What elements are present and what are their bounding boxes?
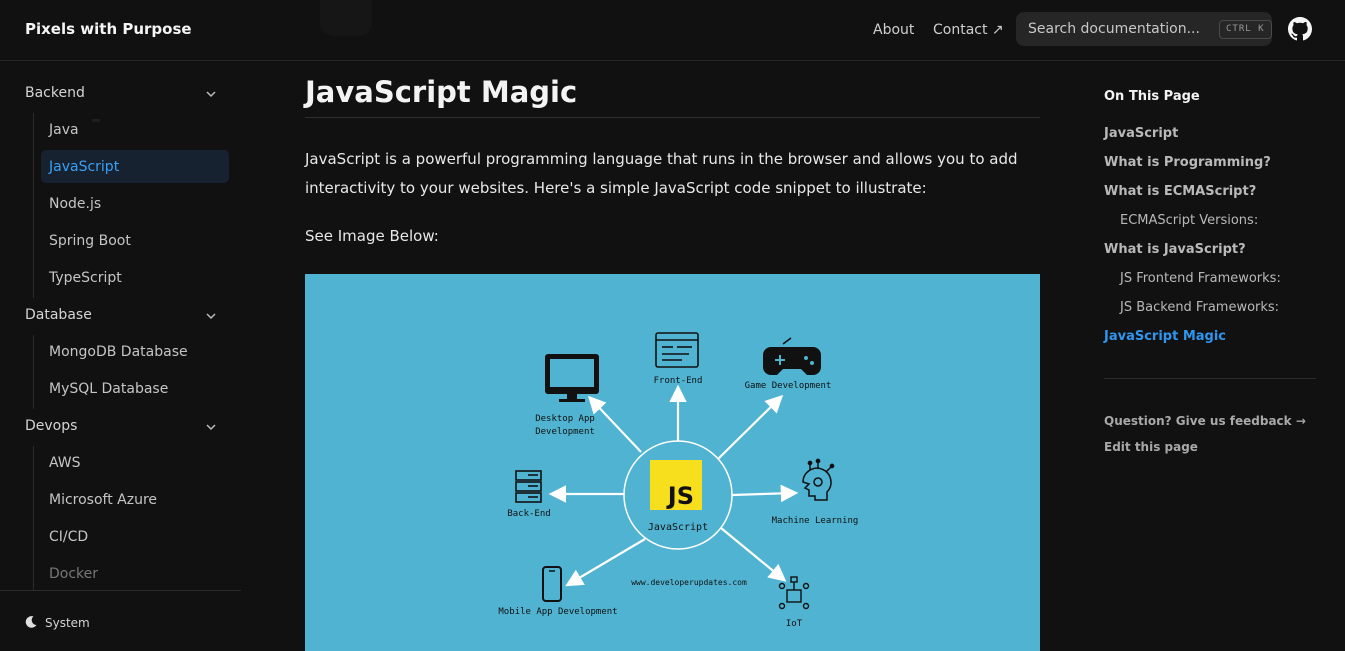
sidebar-group-database[interactable]: Database (25, 307, 92, 323)
sidebar-item-nodejs[interactable]: Node.js (49, 196, 101, 212)
faded-header-decoration (320, 0, 372, 36)
node-label-frontend: Front-End (654, 376, 703, 386)
toc-item[interactable]: JS Backend Frameworks: (1120, 300, 1279, 315)
site-brand[interactable]: Pixels with Purpose (25, 20, 192, 38)
sidebar-item-typescript[interactable]: TypeScript (49, 270, 122, 286)
toc-item[interactable]: ECMAScript Versions: (1120, 213, 1258, 228)
sidebar-item-java[interactable]: Java (49, 122, 79, 138)
node-label-desktop: Desktop App Development (535, 414, 595, 437)
sidebar-tree-line (33, 446, 34, 591)
sidebar-item-azure[interactable]: Microsoft Azure (49, 492, 157, 508)
toc-item[interactable]: What is ECMAScript? (1104, 184, 1256, 199)
center-label: JavaScript (648, 522, 708, 533)
search-shortcut-badge: CTRL K (1219, 20, 1272, 39)
toc-item[interactable]: JS Frontend Frameworks: (1120, 271, 1281, 286)
desktop-monitor-icon (545, 354, 599, 402)
page-title: JavaScript Magic (305, 75, 578, 109)
toc-item[interactable]: What is JavaScript? (1104, 242, 1246, 257)
sidebar-tree-line (33, 335, 34, 409)
chevron-down-icon[interactable] (205, 421, 217, 433)
javascript-uses-illustration: JS JavaScript Front-End Game Development (305, 274, 1040, 651)
chevron-down-icon[interactable] (205, 88, 217, 100)
toc-divider (1104, 378, 1316, 379)
nav-link-contact[interactable]: Contact ↗ (933, 22, 1004, 38)
nav-link-about[interactable]: About (873, 22, 914, 38)
sidebar-item-spring-boot[interactable]: Spring Boot (49, 233, 131, 249)
theme-toggle[interactable]: System (45, 616, 90, 630)
node-label-game: Game Development (745, 381, 832, 391)
sidebar: Backend Java JavaScript Node.js Spring B… (0, 61, 241, 651)
moon-icon[interactable] (24, 615, 38, 629)
node-label-backend: Back-End (507, 509, 550, 519)
node-label-iot: IoT (786, 619, 803, 629)
feedback-link[interactable]: Question? Give us feedback → (1104, 414, 1306, 428)
node-label-mobile: Mobile App Development (498, 607, 617, 617)
see-image-text: See Image Below: (305, 227, 439, 245)
chevron-down-icon[interactable] (205, 310, 217, 322)
title-divider (305, 117, 1040, 118)
server-icon (515, 470, 542, 503)
toc-item[interactable]: What is Programming? (1104, 155, 1271, 170)
iot-icon (778, 576, 810, 610)
mobile-phone-icon (542, 566, 562, 602)
search-box[interactable]: CTRL K (1016, 12, 1272, 46)
sidebar-tree-line (33, 113, 34, 298)
sidebar-item-docker[interactable]: Docker (49, 566, 98, 582)
illustration-svg: JS JavaScript Front-End Game Development (498, 332, 859, 629)
intro-paragraph: JavaScript is a powerful programming lan… (305, 150, 1018, 197)
sidebar-scroll-hint (92, 119, 100, 122)
gamepad-icon (763, 337, 821, 375)
website-watermark: www.developerupdates.com (631, 578, 747, 587)
edit-page-link[interactable]: Edit this page (1104, 440, 1198, 454)
top-navbar: Pixels with Purpose About Contact ↗ CTRL… (0, 0, 1345, 61)
sidebar-item-aws[interactable]: AWS (49, 455, 81, 471)
node-label-ml: Machine Learning (772, 516, 859, 526)
frontend-node-icon (655, 332, 699, 368)
search-input[interactable] (1016, 12, 1216, 46)
toc-title: On This Page (1104, 89, 1200, 104)
toc-item-active[interactable]: JavaScript Magic (1104, 329, 1226, 344)
machine-learning-head-icon (802, 458, 835, 501)
sidebar-group-backend[interactable]: Backend (25, 85, 85, 101)
sidebar-item-mysql[interactable]: MySQL Database (49, 381, 168, 397)
sidebar-item-cicd[interactable]: CI/CD (49, 529, 88, 545)
sidebar-group-devops[interactable]: Devops (25, 418, 77, 434)
sidebar-footer: System (0, 590, 241, 651)
js-logo-text: JS (666, 482, 694, 510)
toc-item[interactable]: JavaScript (1104, 126, 1178, 141)
sidebar-item-javascript[interactable]: JavaScript (49, 159, 119, 175)
sidebar-item-mongodb[interactable]: MongoDB Database (49, 344, 188, 360)
github-icon[interactable] (1288, 17, 1312, 41)
